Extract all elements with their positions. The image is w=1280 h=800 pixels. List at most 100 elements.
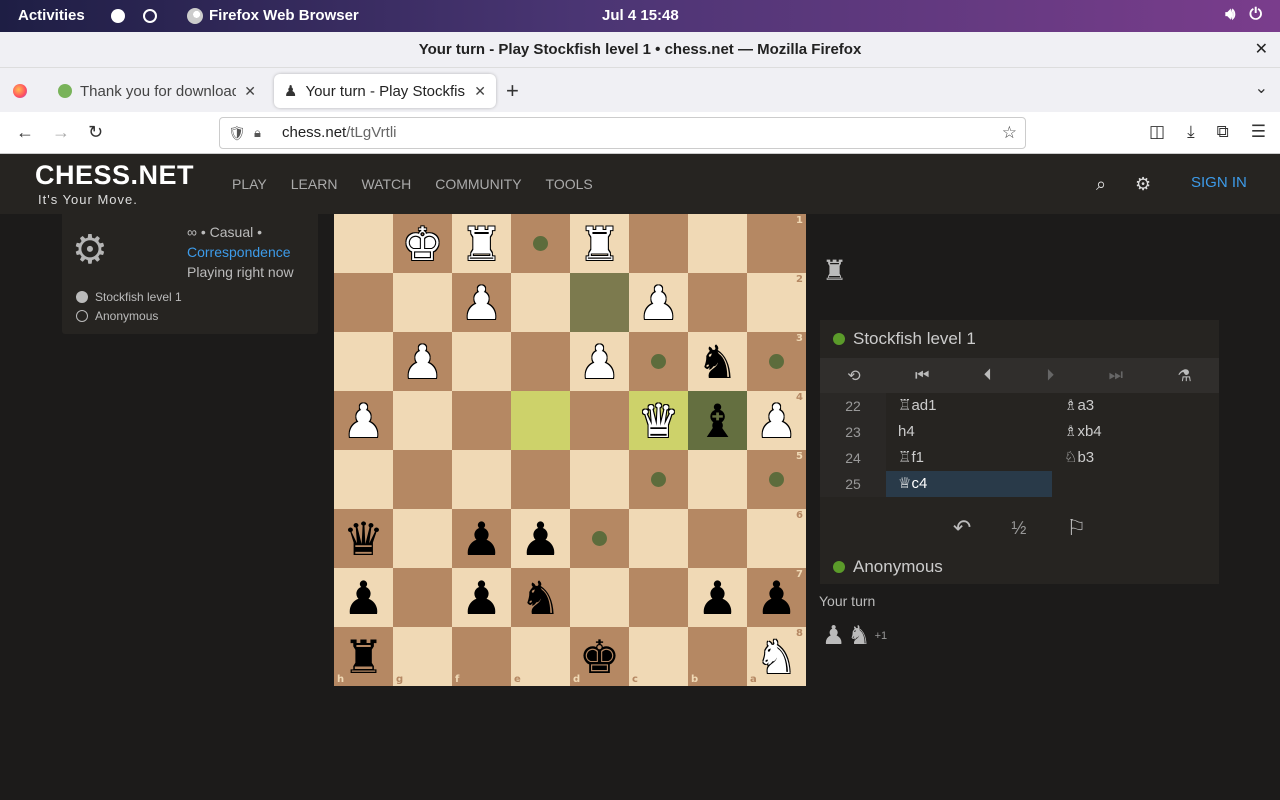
board-square[interactable]	[452, 332, 511, 391]
white-knight-icon[interactable]: ♞	[756, 634, 797, 680]
board-square[interactable]	[393, 509, 452, 568]
board-square[interactable]	[393, 450, 452, 509]
forward-arrow-icon[interactable]: →	[52, 122, 70, 143]
tab-play-stockfish[interactable]: ♟ Your turn - Play Stockfish ✕	[274, 74, 496, 108]
power-icon[interactable]: ⏻	[1249, 6, 1262, 24]
board-square[interactable]: f	[452, 627, 511, 686]
bottom-player[interactable]: Anonymous	[820, 548, 1219, 586]
board-square[interactable]: c	[629, 627, 688, 686]
board-square[interactable]: ♟	[452, 568, 511, 627]
board-square[interactable]	[629, 568, 688, 627]
board-square[interactable]	[629, 332, 688, 391]
black-queen-icon[interactable]: ♛	[343, 516, 384, 562]
board-square[interactable]: ♛	[629, 391, 688, 450]
search-icon[interactable]: ⌕	[1096, 174, 1106, 195]
board-square[interactable]	[570, 391, 629, 450]
board-square[interactable]: ♜	[570, 214, 629, 273]
black-rook-icon[interactable]: ♜	[343, 634, 384, 680]
top-player[interactable]: Stockfish level 1	[820, 320, 1219, 358]
board-square[interactable]: 5	[747, 450, 806, 509]
board-square[interactable]: ♟	[629, 273, 688, 332]
board-square[interactable]	[393, 391, 452, 450]
sign-in-link[interactable]: SIGN IN	[1191, 174, 1247, 191]
board-square[interactable]: ♚	[393, 214, 452, 273]
board-square[interactable]: ♟	[452, 509, 511, 568]
nav-play[interactable]: PLAY	[232, 176, 267, 192]
board-square[interactable]: ♟	[334, 391, 393, 450]
new-tab-icon[interactable]: +	[506, 78, 519, 104]
board-square[interactable]	[629, 214, 688, 273]
black-move[interactable]	[1052, 471, 1219, 497]
board-square[interactable]	[393, 568, 452, 627]
takeback-icon[interactable]: ↶	[953, 515, 971, 541]
next-move-icon[interactable]: ⏵	[1046, 367, 1054, 385]
board-square[interactable]	[511, 332, 570, 391]
correspondence-link[interactable]: Correspondence	[187, 244, 291, 260]
pocket-icon[interactable]: ◫	[1149, 122, 1165, 142]
offer-draw-button[interactable]: ½	[1011, 518, 1026, 539]
board-square[interactable]: ♟	[452, 273, 511, 332]
black-pawn-icon[interactable]: ♟	[461, 575, 502, 621]
site-logo[interactable]: CHESS.NET	[35, 160, 194, 191]
white-pawn-icon[interactable]: ♟	[343, 398, 384, 444]
nav-watch[interactable]: WATCH	[361, 176, 411, 192]
move-hint-dot[interactable]	[592, 531, 607, 546]
board-square[interactable]: ♚ d	[570, 627, 629, 686]
list-tabs-chevron-icon[interactable]: ⌄	[1255, 78, 1268, 98]
move-hint-dot[interactable]	[769, 472, 784, 487]
previous-move-icon[interactable]: ⏴	[984, 367, 992, 385]
system-tray[interactable]: 🔊︎ ⏻	[1225, 6, 1262, 24]
analysis-icon[interactable]: ⚗	[1177, 366, 1191, 386]
bookmark-star-icon[interactable]: ☆	[1002, 118, 1017, 148]
lock-icon[interactable]: 🔒︎	[254, 118, 261, 148]
white-pawn-icon[interactable]: ♟	[756, 398, 797, 444]
board-square[interactable]: ♟	[688, 568, 747, 627]
black-knight-icon[interactable]: ♞	[697, 339, 738, 385]
menu-hamburger-icon[interactable]: ☰	[1251, 122, 1266, 142]
black-move[interactable]: ♗xb4	[1052, 419, 1219, 445]
board-square[interactable]: 2	[747, 273, 806, 332]
black-pawn-icon[interactable]: ♟	[343, 575, 384, 621]
tab-close-icon[interactable]: ✕	[474, 83, 486, 100]
white-move[interactable]: ♖ad1	[886, 393, 1052, 419]
black-knight-icon[interactable]: ♞	[520, 575, 561, 621]
board-square[interactable]: ♟	[393, 332, 452, 391]
player-anonymous[interactable]: Anonymous	[76, 309, 158, 323]
white-rook-icon[interactable]: ♜	[461, 221, 502, 267]
black-pawn-icon[interactable]: ♟	[697, 575, 738, 621]
board-square[interactable]	[452, 391, 511, 450]
player-stockfish[interactable]: Stockfish level 1	[76, 290, 182, 304]
move-hint-dot[interactable]	[651, 354, 666, 369]
black-pawn-icon[interactable]: ♟	[756, 575, 797, 621]
board-square[interactable]: ♟ 7	[747, 568, 806, 627]
board-square[interactable]	[570, 568, 629, 627]
board-square[interactable]: ♟	[334, 568, 393, 627]
black-bishop-icon[interactable]: ♝	[697, 398, 738, 444]
url-bar[interactable]: 🛡︎ 🔒︎ chess.net/tLgVrtli ☆	[219, 117, 1026, 149]
firefox-view-button[interactable]	[4, 74, 36, 108]
move-hint-dot[interactable]	[533, 236, 548, 251]
board-square[interactable]	[629, 509, 688, 568]
black-move[interactable]: ♗a3	[1052, 393, 1219, 419]
board-square[interactable]	[629, 450, 688, 509]
white-king-icon[interactable]: ♚	[402, 221, 443, 267]
board-square[interactable]	[452, 450, 511, 509]
board-square[interactable]: 3	[747, 332, 806, 391]
settings-gear-icon[interactable]: ⚙	[1135, 174, 1151, 195]
nav-community[interactable]: COMMUNITY	[435, 176, 521, 192]
white-move[interactable]: h4	[886, 419, 1052, 445]
tab-thank-you[interactable]: Thank you for downloadin ✕	[48, 74, 266, 108]
board-square[interactable]	[511, 273, 570, 332]
nav-tools[interactable]: TOOLS	[546, 176, 593, 192]
board-square[interactable]: ♝	[688, 391, 747, 450]
nav-learn[interactable]: LEARN	[291, 176, 338, 192]
board-square[interactable]	[393, 273, 452, 332]
window-close-icon[interactable]: ✕	[1255, 32, 1268, 68]
white-move[interactable]: ♕c4	[886, 471, 1052, 497]
board-square[interactable]	[511, 391, 570, 450]
board-square[interactable]	[570, 273, 629, 332]
chess-board[interactable]: ♚ ♜ ♜ 1 ♟ ♟ 2 ♟ ♟ ♞ 3 ♟ ♛ ♝ ♟ 4 5 ♛ ♟ ♟ 6 ♟ ♟ ♞ ♟ ♟ 7 ♜ h g f e ♚ d c b ♞ 8 a	[334, 214, 806, 686]
app-menu[interactable]: Firefox Web Browser	[187, 7, 359, 24]
extensions-icon[interactable]: ⧉	[1217, 122, 1229, 142]
board-square[interactable]	[334, 332, 393, 391]
